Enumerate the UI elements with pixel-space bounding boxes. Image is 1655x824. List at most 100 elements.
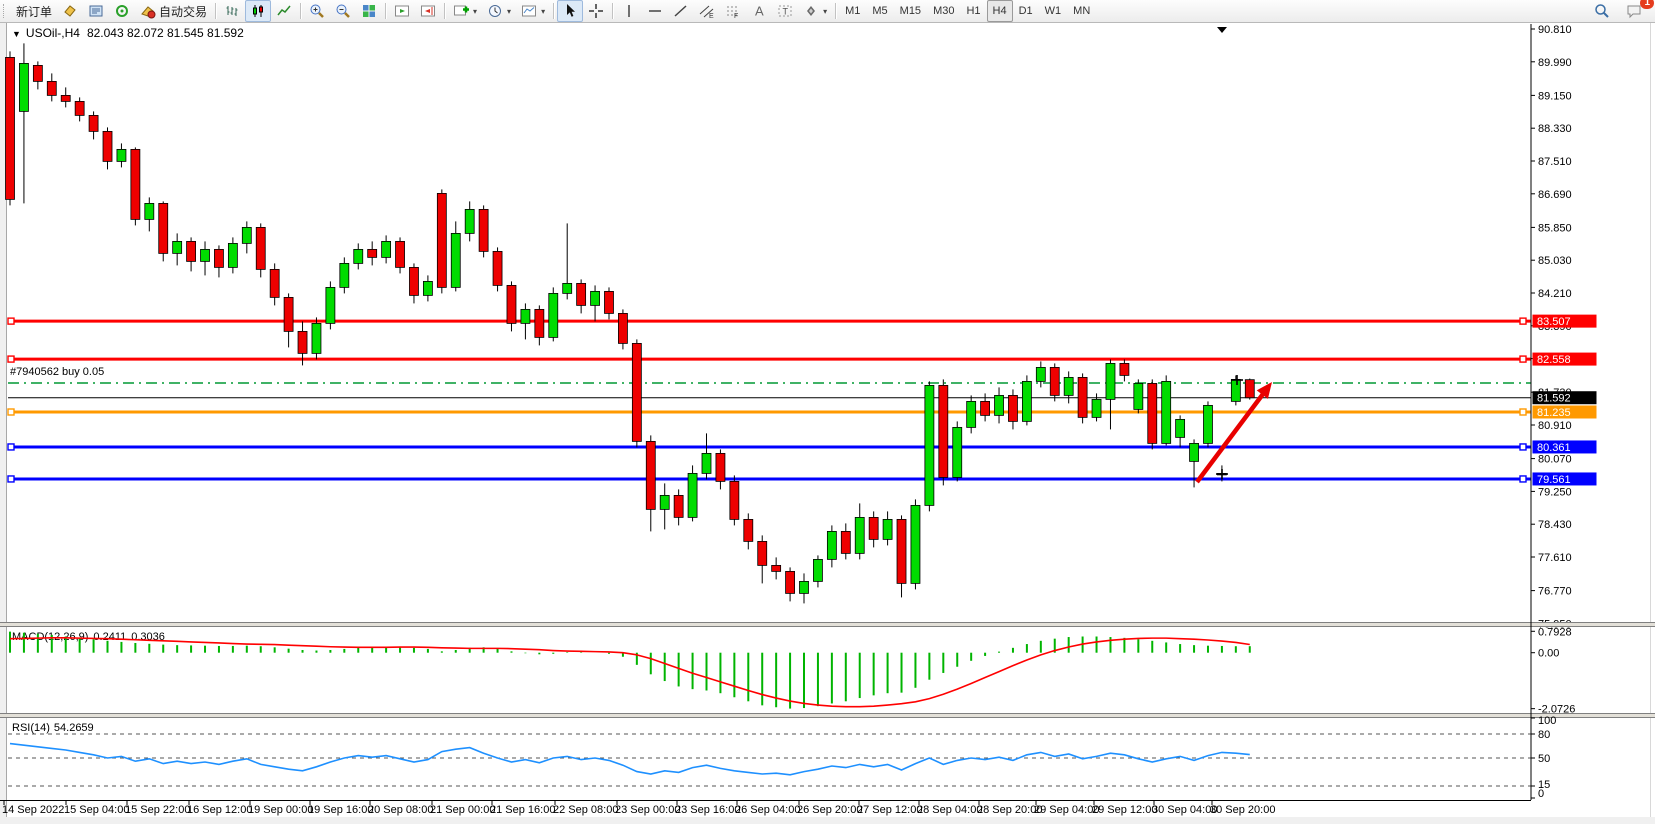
templates-icon[interactable]: ▾: [516, 0, 550, 22]
svg-text:80.910: 80.910: [1538, 420, 1572, 432]
chart-dropdown-icon: ▼: [12, 29, 21, 39]
zoom-out-icon[interactable]: [330, 0, 356, 22]
svg-text:89.150: 89.150: [1538, 90, 1572, 102]
tile-windows-icon[interactable]: [356, 0, 382, 22]
svg-text:50: 50: [1538, 753, 1550, 765]
indicators-icon[interactable]: ▾: [448, 0, 482, 22]
svg-text:0.7928: 0.7928: [1538, 626, 1572, 638]
svg-text:0: 0: [1538, 788, 1544, 800]
svg-text:29 Sep 12:00: 29 Sep 12:00: [1092, 804, 1157, 816]
timeframe-d1[interactable]: D1: [1013, 0, 1039, 22]
line-chart-icon[interactable]: [271, 0, 297, 22]
new-order-button[interactable]: 新订单: [11, 0, 57, 22]
notification-badge: 1: [1640, 0, 1654, 9]
svg-text:16 Sep 12:00: 16 Sep 12:00: [187, 804, 252, 816]
timeframe-mn[interactable]: MN: [1067, 0, 1096, 22]
chart-title: ▼USOil-,H482.043 82.072 81.545 81.592: [12, 26, 244, 40]
timeframe-m30[interactable]: M30: [927, 0, 960, 22]
timeframe-m5[interactable]: M5: [866, 0, 893, 22]
chevron-down-icon: ▾: [823, 7, 827, 16]
strategy-tester-icon[interactable]: [109, 0, 135, 22]
svg-text:79.250: 79.250: [1538, 486, 1572, 498]
cursor-icon[interactable]: [557, 0, 583, 22]
svg-text:F: F: [734, 13, 738, 19]
toolbar-separator: [553, 3, 554, 19]
terminal-icon[interactable]: [83, 0, 109, 22]
svg-text:81.235: 81.235: [1537, 407, 1571, 419]
svg-text:79.561: 79.561: [1537, 474, 1571, 486]
bar-chart-icon[interactable]: [219, 0, 245, 22]
svg-text:81.592: 81.592: [1537, 393, 1571, 405]
svg-text:80.361: 80.361: [1537, 442, 1571, 454]
search-icon[interactable]: [1589, 0, 1615, 22]
svg-text:0.00: 0.00: [1538, 648, 1559, 660]
auto-trading-button[interactable]: 自动交易: [135, 0, 212, 22]
timeframe-w1[interactable]: W1: [1039, 0, 1068, 22]
svg-text:89.990: 89.990: [1538, 57, 1572, 69]
candlestick-chart-icon[interactable]: [245, 0, 271, 22]
auto-trading-label: 自动交易: [159, 3, 207, 20]
chart-title-ohlc: 82.043 82.072 81.545 81.592: [87, 26, 244, 40]
timeframe-h1[interactable]: H1: [960, 0, 986, 22]
svg-text:30 Sep 04:00: 30 Sep 04:00: [1152, 804, 1217, 816]
svg-text:85.850: 85.850: [1538, 222, 1572, 234]
svg-text:86.690: 86.690: [1538, 189, 1572, 201]
svg-text:87.510: 87.510: [1538, 156, 1572, 168]
toolbar-grip: [3, 4, 9, 18]
svg-text:15 Sep 04:00: 15 Sep 04:00: [64, 804, 129, 816]
svg-text:E: E: [709, 13, 714, 19]
svg-text:23 Sep 16:00: 23 Sep 16:00: [675, 804, 740, 816]
chart-background: [0, 22, 1655, 824]
svg-text:21 Sep 00:00: 21 Sep 00:00: [430, 804, 495, 816]
svg-text:23 Sep 00:00: 23 Sep 00:00: [615, 804, 680, 816]
svg-text:28 Sep 04:00: 28 Sep 04:00: [917, 804, 982, 816]
timeframe-h4[interactable]: H4: [987, 0, 1013, 22]
horizontal-line-icon[interactable]: [642, 0, 668, 22]
equidistant-channel-icon[interactable]: E: [694, 0, 720, 22]
zoom-in-icon[interactable]: [304, 0, 330, 22]
svg-text:19 Sep 16:00: 19 Sep 16:00: [308, 804, 373, 816]
svg-text:21 Sep 16:00: 21 Sep 16:00: [490, 804, 555, 816]
svg-text:85.030: 85.030: [1538, 255, 1572, 267]
macd-value-main: 0.2411: [93, 631, 126, 643]
svg-text:80.070: 80.070: [1538, 454, 1572, 466]
notifications-icon[interactable]: 1: [1621, 0, 1649, 22]
toolbar-separator: [444, 3, 445, 19]
svg-text:90.810: 90.810: [1538, 24, 1572, 36]
svg-text:100: 100: [1538, 715, 1556, 727]
market-watch-icon[interactable]: [57, 0, 83, 22]
auto-scroll-icon[interactable]: [389, 0, 415, 22]
chevron-down-icon: ▾: [473, 7, 477, 16]
svg-text:27 Sep 12:00: 27 Sep 12:00: [857, 804, 922, 816]
fibonacci-icon[interactable]: F: [720, 0, 746, 22]
svg-text:84.210: 84.210: [1538, 288, 1572, 300]
svg-text:29 Sep 04:00: 29 Sep 04:00: [1034, 804, 1099, 816]
svg-text:28 Sep 20:00: 28 Sep 20:00: [977, 804, 1042, 816]
vertical-line-icon[interactable]: [616, 0, 642, 22]
toolbar-separator: [300, 3, 301, 19]
periods-icon[interactable]: ▾: [482, 0, 516, 22]
svg-text:15 Sep 22:00: 15 Sep 22:00: [125, 804, 190, 816]
trendline-icon[interactable]: [668, 0, 694, 22]
svg-text:A: A: [755, 4, 764, 19]
order-line-label: #7940562 buy 0.05: [10, 366, 104, 378]
svg-text:80: 80: [1538, 729, 1550, 741]
toolbar-separator: [612, 3, 613, 19]
svg-text:14 Sep 2022: 14 Sep 2022: [2, 804, 64, 816]
arrows-icon[interactable]: ▾: [798, 0, 832, 22]
text-icon[interactable]: A: [746, 0, 772, 22]
svg-text:20 Sep 08:00: 20 Sep 08:00: [368, 804, 433, 816]
svg-text:82.558: 82.558: [1537, 354, 1571, 366]
new-order-label: 新订单: [16, 3, 52, 20]
chart-shift-icon[interactable]: [415, 0, 441, 22]
text-label-icon[interactable]: T: [772, 0, 798, 22]
svg-text:83.507: 83.507: [1537, 316, 1571, 328]
timeframe-m15[interactable]: M15: [894, 0, 927, 22]
chart-canvas[interactable]: ▼USOil-,H482.043 82.072 81.545 81.592 #7…: [0, 0, 1655, 824]
toolbar-separator: [385, 3, 386, 19]
svg-text:30 Sep 20:00: 30 Sep 20:00: [1210, 804, 1275, 816]
timeframe-m1[interactable]: M1: [839, 0, 866, 22]
svg-text:77.610: 77.610: [1538, 552, 1572, 564]
crosshair-icon[interactable]: [583, 0, 609, 22]
chevron-down-icon: ▾: [541, 7, 545, 16]
